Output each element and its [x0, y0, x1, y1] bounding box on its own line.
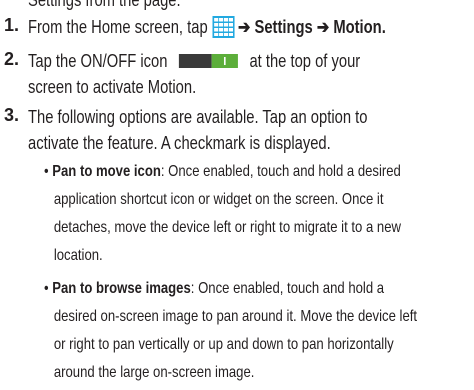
manual-page: Settings from the page. 1. From the Home… [0, 0, 474, 390]
bullet-line: or right to pan vertically or up and dow… [53, 336, 394, 353]
on-off-toggle-icon [178, 54, 238, 68]
bullet-line: • Pan to move icon: Once enabled, touch … [44, 158, 401, 186]
period: . [381, 17, 386, 37]
bullet-title: Pan to browse images [52, 280, 191, 297]
bullet-line: detaches, move the device left or right … [53, 219, 401, 236]
toggle-off-part [178, 54, 212, 68]
bullet-pan-to-move-icon: • Pan to move icon: Once enabled, touch … [44, 158, 474, 270]
step-text-segment: Tap the ON/OFF icon [28, 51, 168, 71]
step-text: The following options are available. Tap… [28, 104, 367, 156]
bullet-title: Pan to move icon [52, 163, 161, 180]
bullet-line: • Pan to browse images: Once enabled, to… [44, 275, 397, 303]
toggle-on-part [211, 54, 238, 68]
step-number: 3. [4, 105, 20, 125]
bullet-pan-to-browse-images: • Pan to browse images: Once enabled, to… [44, 275, 474, 387]
bullet-line: desired on-screen image to pan around it… [53, 308, 418, 325]
step-text-segment: activate the feature. A checkmark is dis… [28, 133, 331, 153]
bullet-line: location. [53, 247, 103, 264]
step-text-segment: The following options are available. Tap… [28, 107, 368, 127]
step-text-segment: screen to activate Motion. [28, 77, 197, 97]
step-number: 2. [4, 49, 20, 69]
arrow-2: ➔ [316, 17, 330, 37]
apps-grid-icon [212, 16, 235, 38]
arrow-1: ➔ [237, 17, 251, 37]
bullet-line: around the large on-screen image. [53, 364, 255, 381]
step-text: Tap the ON/OFF icon at the top of your sc… [28, 48, 360, 100]
settings-label: Settings [254, 17, 313, 37]
step-text-segment: at the top of your [249, 51, 361, 71]
bullet-dot: • [44, 163, 49, 180]
bullet-text: : Once enabled, touch and hold a desired [160, 163, 401, 180]
clipped-heading-line: Settings from the page. [28, 0, 181, 10]
motion-label: Motion [333, 17, 382, 37]
step-text-segment: From the Home screen, tap [28, 17, 208, 37]
step-text: From the Home screen, tap ➔ Settings ➔ M… [28, 14, 386, 40]
bullet-line: application shortcut icon or widget on t… [53, 191, 384, 208]
bullet-dot: • [44, 280, 49, 297]
step-number: 1. [4, 15, 20, 35]
bullet-text: : Once enabled, touch and hold a [190, 280, 385, 297]
